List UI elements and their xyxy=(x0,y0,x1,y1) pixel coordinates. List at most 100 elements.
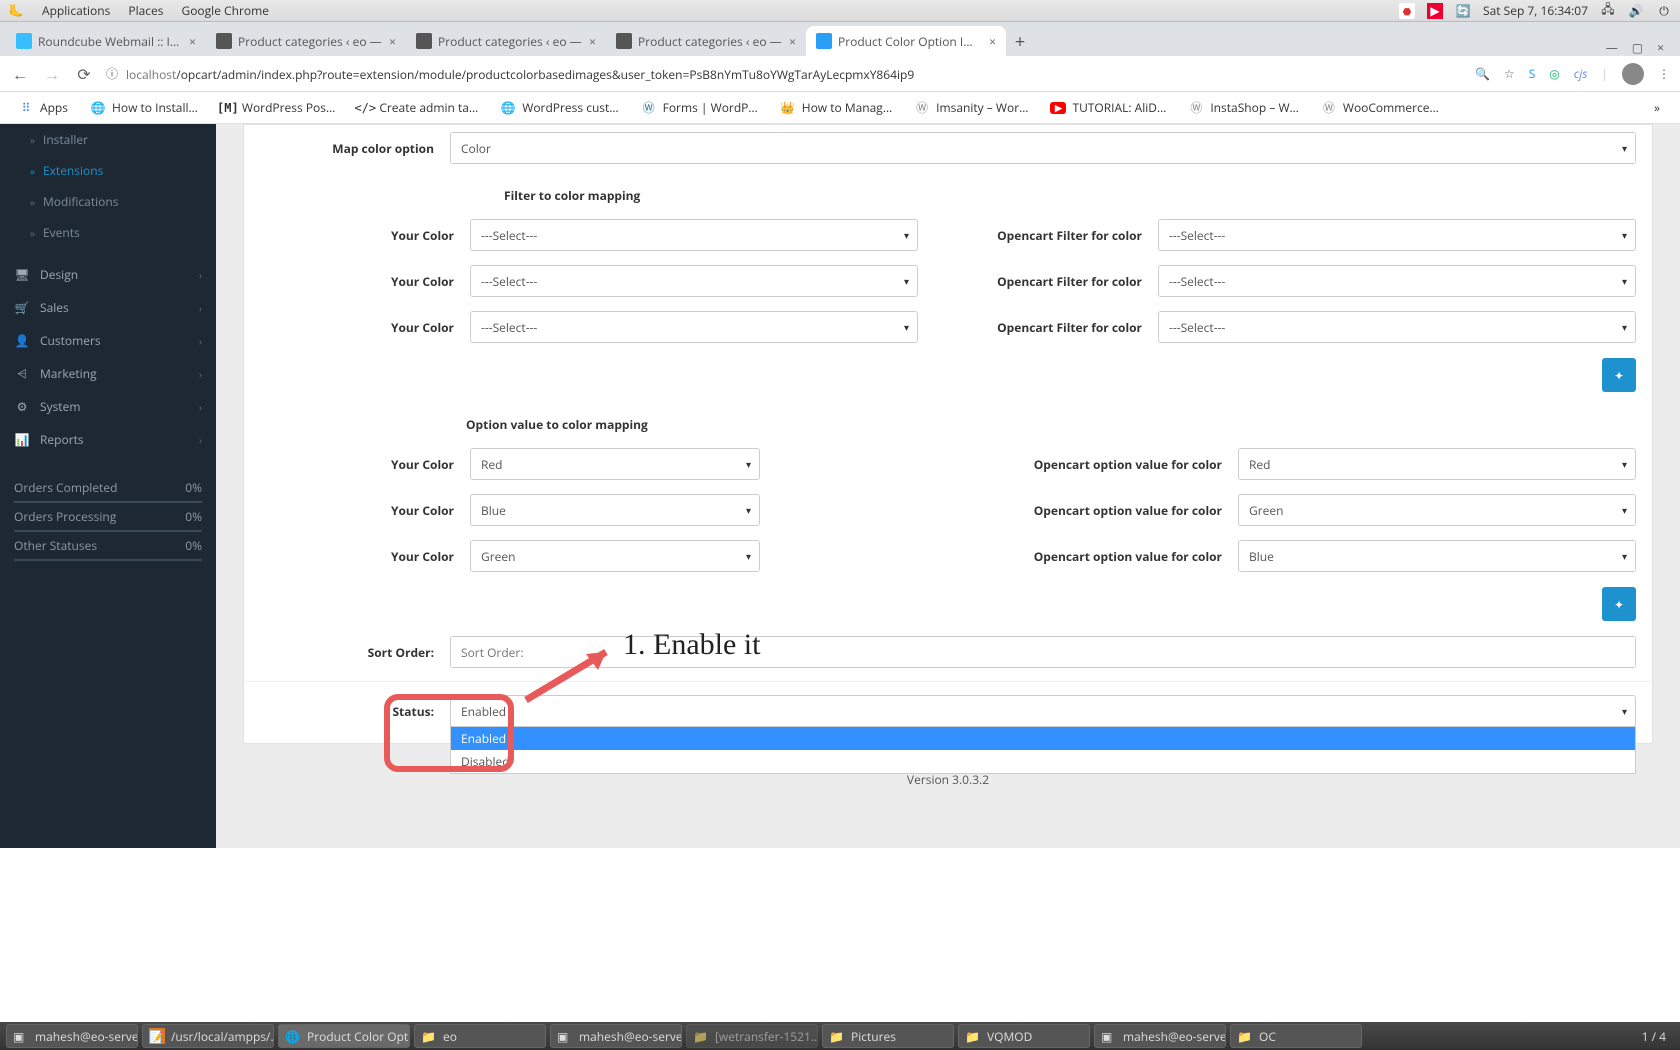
browser-tab[interactable]: Roundcube Webmail :: Inbo× xyxy=(6,26,206,56)
ext-icon[interactable]: S xyxy=(1529,65,1536,82)
label-oc-filter: Opencart Filter for color xyxy=(948,319,1158,336)
sidebar-sub-events[interactable]: »Events xyxy=(0,217,216,248)
bookmark[interactable]: 🌐WordPress cust… xyxy=(492,99,626,116)
site-info-icon[interactable]: ⓘ xyxy=(106,65,118,82)
omnibox[interactable]: ⓘ localhost/opcart/admin/index.php?route… xyxy=(106,65,1463,83)
select-your-color[interactable]: ---Select--- xyxy=(470,311,918,343)
task-item[interactable]: 📝/usr/local/ampps/… xyxy=(142,1024,274,1048)
profile-avatar[interactable] xyxy=(1622,63,1644,85)
select-your-color-opt[interactable]: Red xyxy=(470,448,760,480)
sidebar-item-customers[interactable]: 👤Customers› xyxy=(0,324,216,357)
task-item[interactable]: 📁[wetransfer-1521… xyxy=(686,1024,818,1048)
chart-icon: 📊 xyxy=(14,431,30,448)
bookmark[interactable]: ⓌForms | WordP… xyxy=(633,99,766,116)
label-your-color: Your Color xyxy=(260,227,470,244)
tray-icon[interactable]: ▶ xyxy=(1427,3,1443,19)
window-close-icon[interactable]: × xyxy=(1657,39,1664,56)
sort-order-input[interactable] xyxy=(450,636,1636,668)
select-oc-filter[interactable]: ---Select--- xyxy=(1158,219,1636,251)
os-menu-app[interactable]: Google Chrome xyxy=(181,2,268,19)
sidebar-sub-extensions[interactable]: »Extensions xyxy=(0,155,216,186)
close-icon[interactable]: × xyxy=(389,33,396,50)
sidebar-item-system[interactable]: ⚙System› xyxy=(0,390,216,423)
select-oc-filter[interactable]: ---Select--- xyxy=(1158,265,1636,297)
close-icon[interactable]: × xyxy=(589,33,596,50)
add-option-button[interactable]: ✦ xyxy=(1602,587,1636,621)
bookmark[interactable]: 🌐How to Install… xyxy=(82,99,206,116)
sidebar-item-sales[interactable]: 🛒Sales› xyxy=(0,291,216,324)
close-icon[interactable]: × xyxy=(789,33,796,50)
sidebar-item-marketing[interactable]: ⩤Marketing› xyxy=(0,357,216,390)
task-item[interactable]: ▣mahesh@eo-serve… xyxy=(550,1024,682,1048)
star-icon[interactable]: ☆ xyxy=(1504,65,1515,82)
task-item[interactable]: ▣mahesh@eo-serve… xyxy=(1094,1024,1226,1048)
os-taskbar: ▣mahesh@eo-server… 📝/usr/local/ampps/… 🌐… xyxy=(0,1022,1680,1050)
status-option-enabled[interactable]: Enabled xyxy=(451,727,1635,750)
forward-button: → xyxy=(42,63,62,85)
share-icon: ⩤ xyxy=(14,365,30,382)
menu-icon[interactable]: ⋮ xyxy=(1658,65,1670,82)
select-map-color[interactable]: Color xyxy=(450,132,1636,164)
select-your-color[interactable]: ---Select--- xyxy=(470,265,918,297)
select-oc-filter[interactable]: ---Select--- xyxy=(1158,311,1636,343)
sidebar-sub-modifications[interactable]: »Modifications xyxy=(0,186,216,217)
os-menu-apps[interactable]: Applications xyxy=(42,2,110,19)
close-icon[interactable]: × xyxy=(989,33,996,50)
window-maximize-icon[interactable]: ▢ xyxy=(1632,39,1643,56)
select-your-color-opt[interactable]: Blue xyxy=(470,494,760,526)
new-tab-button[interactable]: + xyxy=(1006,28,1034,56)
select-status[interactable]: Enabled xyxy=(450,695,1636,727)
power-icon[interactable]: ⏻ xyxy=(1656,3,1672,19)
bookmark[interactable]: 👑How to Manag… xyxy=(772,99,900,116)
task-item[interactable]: ▣mahesh@eo-server… xyxy=(6,1024,138,1048)
close-icon[interactable]: × xyxy=(189,33,196,50)
label-oc-option: Opencart option value for color xyxy=(948,502,1238,519)
network-icon[interactable]: 🖧 xyxy=(1600,3,1616,19)
browser-tab[interactable]: Product categories ‹ eo —× xyxy=(406,26,606,56)
sidebar-item-design[interactable]: 🖥Design› xyxy=(0,258,216,291)
task-item-active[interactable]: 🌐Product Color Opt… xyxy=(278,1024,410,1048)
select-oc-option[interactable]: Red xyxy=(1238,448,1636,480)
tray-icon[interactable]: ⬣ xyxy=(1399,3,1415,19)
zoom-icon[interactable]: 🔍 xyxy=(1475,65,1490,82)
label-oc-option: Opencart option value for color xyxy=(948,456,1238,473)
task-item[interactable]: 📁OC xyxy=(1230,1024,1362,1048)
tray-icon[interactable]: 🔄 xyxy=(1455,3,1471,19)
clock[interactable]: Sat Sep 7, 16:34:07 xyxy=(1483,2,1588,19)
select-your-color[interactable]: ---Select--- xyxy=(470,219,918,251)
ext-icon[interactable]: ◎ xyxy=(1549,65,1559,82)
reload-button[interactable]: ⟳ xyxy=(74,63,94,85)
browser-tab[interactable]: Product categories ‹ eo —× xyxy=(206,26,406,56)
section-option-mapping: Option value to color mapping xyxy=(244,400,1652,441)
task-item[interactable]: 📁VQMOD xyxy=(958,1024,1090,1048)
status-option-disabled[interactable]: Disabled xyxy=(451,750,1635,773)
bookmark[interactable]: [M]WordPress Pos… xyxy=(212,99,343,116)
window-minimize-icon[interactable]: — xyxy=(1606,39,1618,56)
ext-icon[interactable]: cjs xyxy=(1574,65,1588,82)
bookmark[interactable]: ⓌImsanity – Wor… xyxy=(906,99,1036,116)
label-your-color: Your Color xyxy=(260,319,470,336)
bookmarks-overflow[interactable]: » xyxy=(1654,99,1670,116)
bookmark[interactable]: ▶TUTORIAL: AliD… xyxy=(1042,99,1174,116)
browser-tab[interactable]: Product categories ‹ eo —× xyxy=(606,26,806,56)
section-filter-mapping: Filter to color mapping xyxy=(244,171,1652,212)
volume-icon[interactable]: 🔊 xyxy=(1628,3,1644,19)
browser-tab-active[interactable]: Product Color Option Imag× xyxy=(806,26,1006,56)
back-button[interactable]: ← xyxy=(10,63,30,85)
os-menu-places[interactable]: Places xyxy=(128,2,163,19)
select-oc-option[interactable]: Green xyxy=(1238,494,1636,526)
label-status: Status: xyxy=(260,703,450,720)
stat-other-statuses: Other Statuses0% xyxy=(14,532,202,561)
bookmark[interactable]: </>Create admin ta… xyxy=(349,99,486,116)
admin-sidebar: »Installer »Extensions »Modifications »E… xyxy=(0,124,216,848)
sidebar-sub-installer[interactable]: »Installer xyxy=(0,124,216,155)
add-filter-button[interactable]: ✦ xyxy=(1602,358,1636,392)
task-item[interactable]: 📁eo xyxy=(414,1024,546,1048)
sidebar-item-reports[interactable]: 📊Reports› xyxy=(0,423,216,456)
bookmark[interactable]: ⓌInstaShop – W… xyxy=(1180,99,1307,116)
bookmark-apps[interactable]: ⠿Apps xyxy=(10,99,76,116)
task-item[interactable]: 📁Pictures xyxy=(822,1024,954,1048)
select-your-color-opt[interactable]: Green xyxy=(470,540,760,572)
select-oc-option[interactable]: Blue xyxy=(1238,540,1636,572)
bookmark[interactable]: ⓌWooCommerce… xyxy=(1313,99,1447,116)
